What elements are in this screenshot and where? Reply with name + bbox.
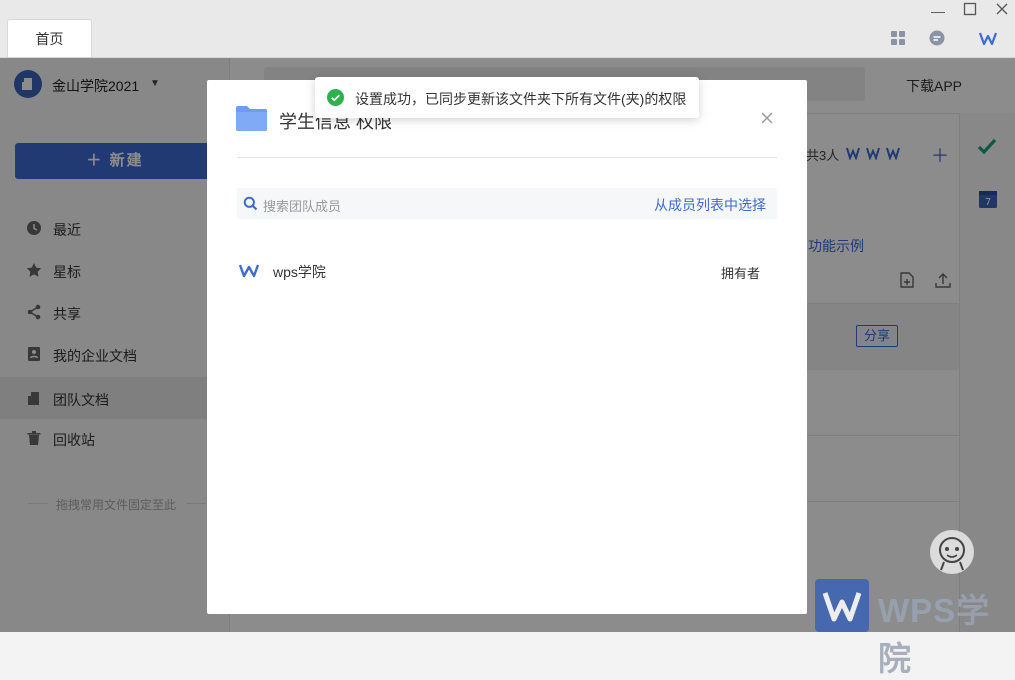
minimize-icon[interactable]: — [929,2,947,20]
close-window-icon[interactable] [993,2,1011,20]
pick-from-member-list-link[interactable]: 从成员列表中选择 [654,195,766,215]
permissions-dialog [207,80,807,614]
watermark-text: WPS学院 [878,592,991,677]
assistant-mascot-icon[interactable] [930,530,974,574]
wps-logo-icon [238,262,260,278]
watermark-logo-icon [815,579,869,632]
maximize-icon[interactable] [961,2,979,20]
folder-icon [236,106,267,131]
wps-logo-icon[interactable] [978,29,998,47]
toast-message: 设置成功，已同步更新该文件夹下所有文件(夹)的权限 [355,91,687,107]
close-icon[interactable] [758,110,776,128]
tab-home[interactable]: 首页 [7,19,92,57]
success-check-icon [327,89,344,106]
divider [237,157,777,158]
chat-icon[interactable] [928,29,946,47]
member-name: wps学院 [273,264,326,280]
apps-grid-icon[interactable] [889,29,907,47]
title-bar [0,0,1015,58]
search-placeholder: 搜索团队成员 [263,199,342,214]
member-role[interactable]: 拥有者 [721,263,760,282]
search-icon [243,196,258,211]
